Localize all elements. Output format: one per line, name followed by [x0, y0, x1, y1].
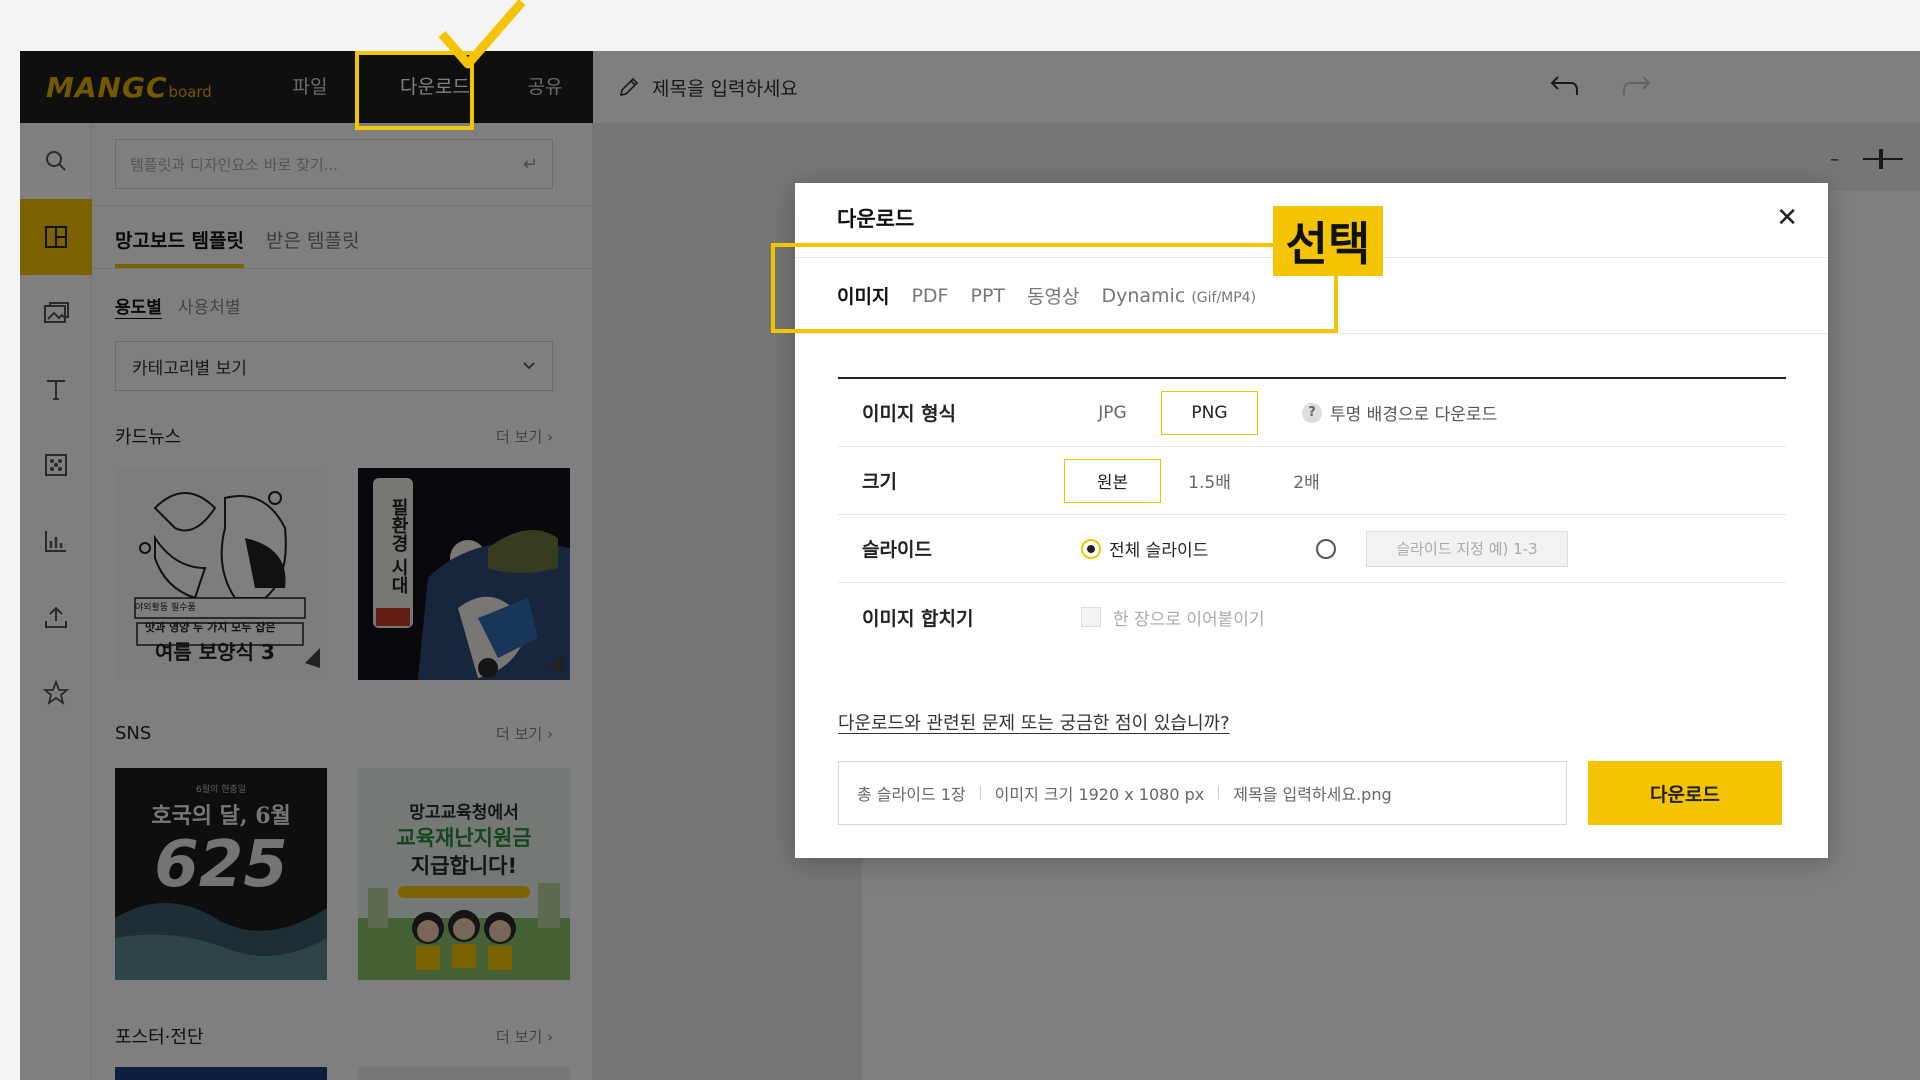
download-faq-link[interactable]: 다운로드와 관련된 문제 또는 궁금한 점이 있습니까? [838, 709, 1230, 735]
slide-range-input[interactable]: 슬라이드 지정 예) 1-3 [1366, 530, 1568, 567]
download-button[interactable]: 다운로드 [1588, 761, 1782, 825]
download-summary: 총 슬라이드 1장 이미지 크기 1920 x 1080 px 제목을 입력하세… [838, 761, 1567, 825]
help-text: 투명 배경으로 다운로드 [1330, 405, 1498, 425]
highlight-download-tabs [771, 243, 1338, 333]
separator [979, 786, 981, 800]
summary-slides: 총 슬라이드 1장 [857, 785, 966, 804]
option-merge-images: 이미지 합치기 한 장으로 이어붙이기 [838, 583, 1786, 651]
help-icon: ? [1302, 402, 1322, 423]
radio-all-slides[interactable]: 전체 슬라이드 [1081, 536, 1208, 561]
size-2x-button[interactable]: 2배 [1258, 459, 1355, 503]
radio-unselected-icon [1316, 538, 1336, 559]
option-label: 슬라이드 [862, 539, 932, 561]
format-jpg-button[interactable]: JPG [1064, 391, 1161, 435]
annotation-label: 선택 [1273, 206, 1383, 276]
merge-checkbox[interactable]: 한 장으로 이어붙이기 [1081, 605, 1265, 630]
size-1-5x-button[interactable]: 1.5배 [1161, 459, 1258, 503]
radio-slide-range[interactable] [1316, 538, 1336, 559]
separator [1218, 786, 1220, 800]
option-image-format: 이미지 형식 JPG PNG ? 투명 배경으로 다운로드 [838, 379, 1786, 447]
option-label: 이미지 합치기 [862, 607, 974, 630]
transparent-bg-help[interactable]: ? 투명 배경으로 다운로드 [1302, 400, 1497, 425]
dialog-title: 다운로드 [837, 207, 915, 231]
summary-size: 이미지 크기 1920 x 1080 px [994, 785, 1205, 804]
divider [795, 333, 1828, 334]
download-options: 이미지 형식 JPG PNG ? 투명 배경으로 다운로드 크기 원본 1.5배… [838, 377, 1786, 651]
option-label: 크기 [862, 471, 897, 493]
format-png-button[interactable]: PNG [1161, 390, 1258, 435]
radio-selected-icon [1081, 538, 1101, 559]
radio-label: 전체 슬라이드 [1109, 541, 1209, 561]
checkbox-label: 한 장으로 이어붙이기 [1113, 609, 1265, 630]
summary-filename: 제목을 입력하세요.png [1233, 785, 1392, 804]
option-slide: 슬라이드 전체 슬라이드 슬라이드 지정 예) 1-3 [838, 515, 1786, 583]
checkmark-icon [438, 0, 526, 69]
option-size: 크기 원본 1.5배 2배 [838, 447, 1786, 515]
checkbox-icon [1081, 607, 1101, 627]
option-label: 이미지 형식 [862, 403, 957, 425]
size-original-button[interactable]: 원본 [1064, 458, 1161, 503]
close-icon[interactable]: ✕ [1776, 203, 1798, 233]
